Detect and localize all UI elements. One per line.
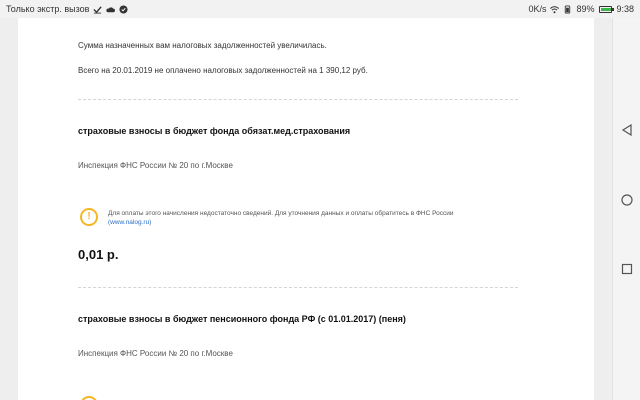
status-bar: Только экстр. вызов 0K/s 89% 9:38 [0, 0, 640, 18]
shield-icon [119, 4, 128, 14]
divider [78, 99, 518, 100]
check-icon [93, 5, 103, 14]
battery-percent: 89% [576, 4, 595, 14]
divider [78, 287, 518, 288]
item-amount: 0,01 р. [78, 247, 119, 262]
network-speed: 0K/s [528, 4, 547, 14]
debts-card: Сумма назначенных вам налоговых задолжен… [18, 18, 594, 400]
nalog-link[interactable]: (www.nalog.ru) [108, 219, 151, 226]
warning-icon: ! [80, 396, 98, 400]
status-left: Только экстр. вызов [6, 4, 128, 14]
wifi-icon [550, 5, 560, 13]
battery-icon [599, 5, 615, 13]
clock: 9:38 [616, 4, 634, 14]
warning-box: ! Для оплаты этого начисления недостаточ… [80, 208, 500, 227]
carrier-text: Только экстр. вызов [6, 4, 90, 14]
home-icon[interactable] [619, 192, 635, 208]
warning-box: ! [80, 396, 500, 400]
recents-icon[interactable] [619, 261, 635, 277]
warning-icon: ! [80, 208, 98, 226]
item-title[interactable]: страховые взносы в бюджет пенсионного фо… [78, 314, 406, 324]
battery-fill [601, 7, 612, 11]
warning-text: Для оплаты этого начисления недостаточно… [108, 208, 454, 227]
item-title[interactable]: страховые взносы в бюджет фонда обязат.м… [78, 126, 350, 136]
back-icon[interactable] [619, 122, 635, 138]
notice-line-1: Сумма назначенных вам налоговых задолжен… [78, 41, 327, 50]
status-right: 0K/s 89% 9:38 [528, 4, 634, 14]
notice-line-2: Всего на 20.01.2019 не оплачено налоговы… [78, 66, 368, 75]
battery-saver-icon [565, 4, 571, 14]
navigation-bar [612, 18, 640, 400]
item-inspection: Инспекция ФНС России № 20 по г.Москве [78, 349, 233, 358]
item-inspection: Инспекция ФНС России № 20 по г.Москве [78, 161, 233, 170]
warning-message: Для оплаты этого начисления недостаточно… [108, 210, 454, 217]
cloud-icon [106, 6, 116, 12]
